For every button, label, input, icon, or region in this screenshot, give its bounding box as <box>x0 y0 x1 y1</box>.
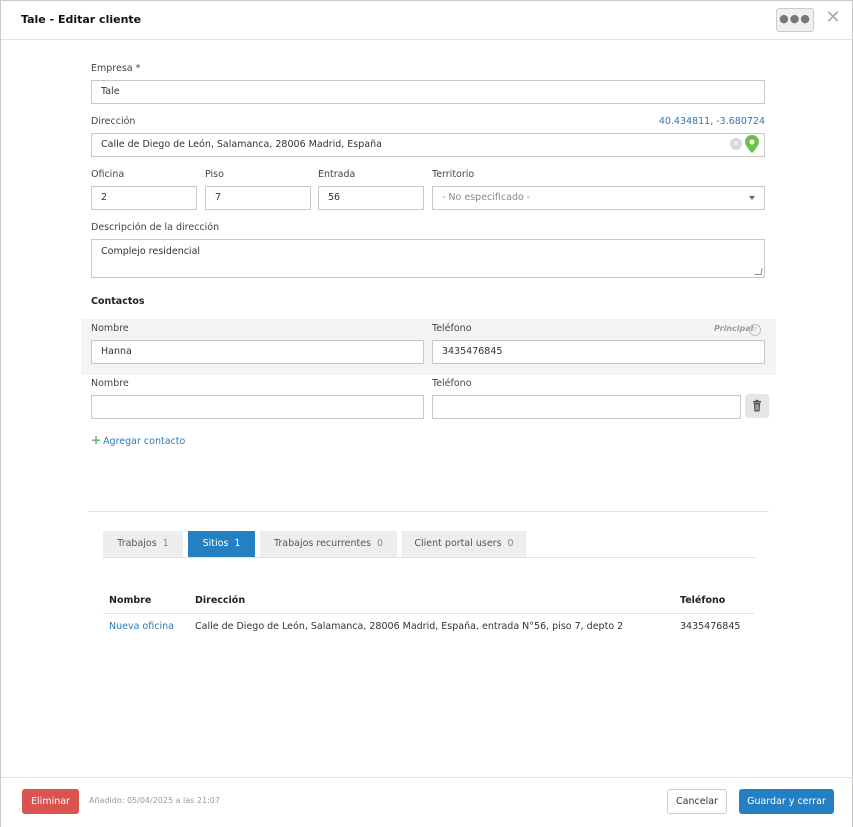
add-contact-link[interactable]: + Agregar contacto <box>91 433 185 447</box>
site-phone: 3435476845 <box>680 621 741 632</box>
trash-icon <box>753 399 761 412</box>
dialog-title: Tale - Editar cliente <box>21 13 142 26</box>
close-icon[interactable]: ✕ <box>824 7 842 29</box>
descripcion-textarea[interactable]: Complejo residencial <box>91 239 765 278</box>
contact-name-input[interactable]: Hanna <box>91 340 424 364</box>
resize-handle-icon[interactable] <box>754 268 763 275</box>
tab-label: Trabajos <box>117 538 157 549</box>
tab-label: Sitios <box>202 538 229 549</box>
tab-client-portal-users[interactable]: Client portal users 0 <box>402 531 526 557</box>
entrada-input[interactable]: 56 <box>318 186 424 210</box>
help-icon[interactable]: ? <box>749 324 761 336</box>
contact-phone-label: Teléfono <box>432 323 472 334</box>
contact-name-value: Hanna <box>101 346 132 357</box>
tab-label: Client portal users <box>414 538 502 549</box>
cancel-button[interactable]: Cancelar <box>667 789 727 814</box>
oficina-value: 2 <box>101 192 108 203</box>
contacts-title: Contactos <box>91 296 145 307</box>
tab-trabajos[interactable]: Trabajos 1 <box>103 531 183 557</box>
map-pin-icon[interactable] <box>745 135 759 153</box>
tab-count: 0 <box>376 538 384 549</box>
descripcion-label: Descripción de la dirección <box>91 222 220 233</box>
delete-contact-button[interactable] <box>745 394 769 418</box>
required-mark: * <box>135 63 141 74</box>
section-divider <box>88 511 769 512</box>
direccion-value: Calle de Diego de León, Salamanca, 28006… <box>101 139 382 150</box>
dialog-header: Tale - Editar cliente ●●● ✕ <box>1 1 852 40</box>
piso-value: 7 <box>215 192 222 203</box>
table-header-nombre: Nombre <box>109 595 152 606</box>
more-options-button[interactable]: ●●● <box>776 8 814 32</box>
clear-icon[interactable]: ✕ <box>730 138 742 150</box>
piso-label: Piso <box>205 169 224 180</box>
table-header-telefono: Teléfono <box>680 595 726 606</box>
contact-name-label: Nombre <box>91 323 129 334</box>
empresa-value: Tale <box>101 86 120 97</box>
save-and-close-button[interactable]: Guardar y cerrar <box>739 789 834 814</box>
table-header-divider <box>103 613 754 614</box>
contact-name-label: Nombre <box>91 378 129 389</box>
empresa-label-text: Empresa <box>91 63 133 74</box>
plus-icon: + <box>91 433 102 447</box>
tab-count: 1 <box>234 538 241 549</box>
tab-trabajos-recurrentes[interactable]: Trabajos recurrentes 0 <box>260 531 397 557</box>
added-timestamp: Añadido: 05/04/2025 a las 21:07 <box>89 796 220 805</box>
piso-input[interactable]: 7 <box>205 186 311 210</box>
contact-phone-value: 3435476845 <box>442 346 503 357</box>
territorio-label: Territorio <box>432 169 475 180</box>
site-name-link[interactable]: Nueva oficina <box>109 621 174 632</box>
add-contact-label: Agregar contacto <box>103 436 186 447</box>
entrada-value: 56 <box>328 192 341 203</box>
tab-underline <box>103 557 755 558</box>
more-dots-icon: ●●● <box>779 12 811 25</box>
tab-count: 0 <box>507 538 514 549</box>
site-address: Calle de Diego de León, Salamanca, 28006… <box>195 621 624 632</box>
descripcion-value: Complejo residencial <box>101 246 201 257</box>
oficina-label: Oficina <box>91 169 125 180</box>
delete-button[interactable]: Eliminar <box>22 789 79 814</box>
empresa-input[interactable]: Tale <box>91 80 765 104</box>
oficina-input[interactable]: 2 <box>91 186 197 210</box>
coordinates-link[interactable]: 40.434811, -3.680724 <box>621 116 765 127</box>
table-header-direccion: Dirección <box>195 595 246 606</box>
contact-phone-label: Teléfono <box>432 378 472 389</box>
empresa-label: Empresa * <box>91 63 140 74</box>
direccion-input[interactable]: Calle de Diego de León, Salamanca, 28006… <box>91 133 765 157</box>
territorio-value: - No especificado - <box>442 192 531 203</box>
contact-phone-input[interactable] <box>432 395 741 419</box>
contact-name-input[interactable] <box>91 395 424 419</box>
caret-down-icon <box>749 196 755 200</box>
territorio-select[interactable]: - No especificado - <box>432 186 765 210</box>
tab-label: Trabajos recurrentes <box>273 538 371 549</box>
contact-phone-input[interactable]: 3435476845 <box>432 340 765 364</box>
tab-sitios[interactable]: Sitios 1 <box>188 531 255 557</box>
entrada-label: Entrada <box>318 169 356 180</box>
edit-client-dialog: Tale - Editar cliente ●●● ✕ Empresa * Ta… <box>0 0 853 827</box>
direccion-label: Dirección <box>91 116 136 127</box>
tab-count: 1 <box>162 538 169 549</box>
principal-label: Principal <box>714 324 754 333</box>
